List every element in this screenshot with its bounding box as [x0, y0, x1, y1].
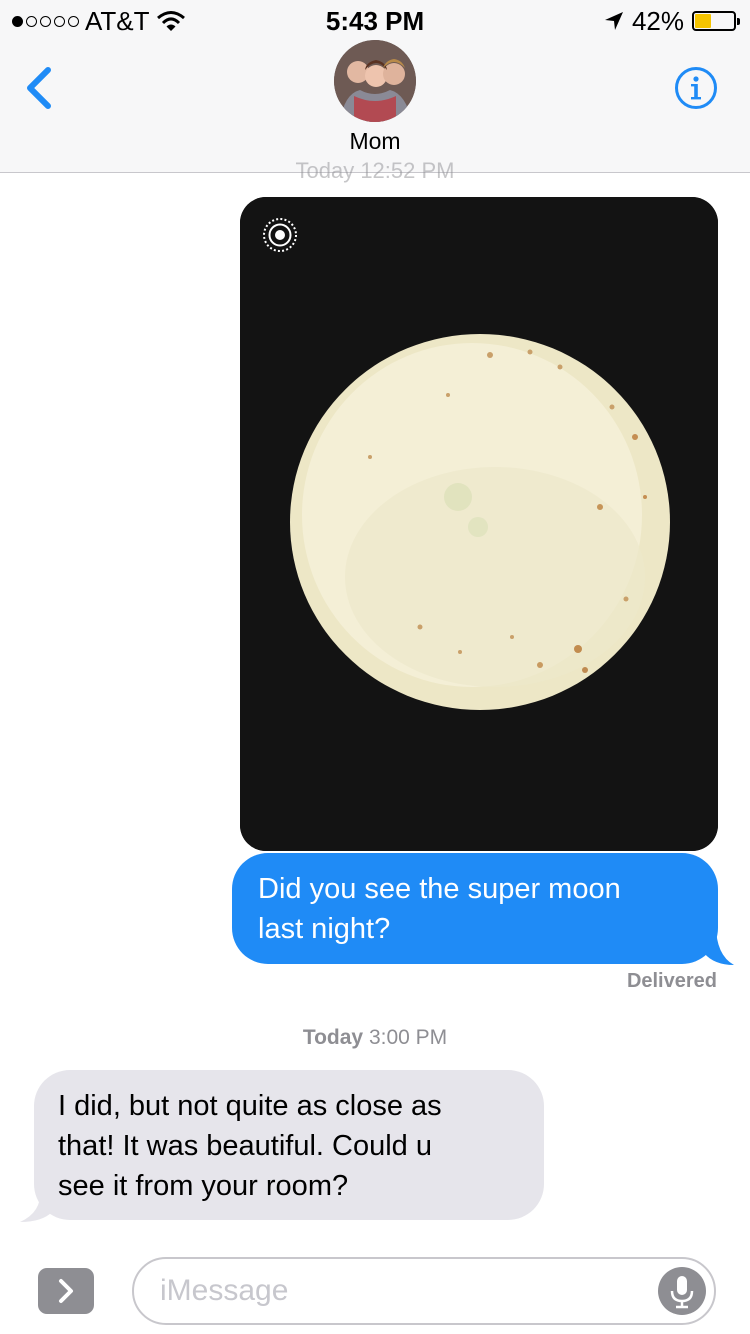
compose-bar: iMessage [0, 1240, 750, 1334]
status-bar: AT&T 5:43 PM 42% [0, 0, 750, 40]
status-right: 42% [604, 5, 740, 36]
message-line: see it from your room? [58, 1170, 349, 1202]
partial-timestamp: Today 12:52 PM [295, 158, 455, 183]
received-bubble-tail [20, 1190, 52, 1222]
info-icon[interactable] [674, 66, 718, 110]
sent-photo-message[interactable] [240, 197, 718, 851]
sent-bubble-tail [704, 925, 734, 965]
message-timestamp: Today 3:00 PM [0, 1026, 750, 1050]
avatar-photo [334, 40, 416, 122]
chevron-left-icon[interactable] [22, 66, 58, 110]
timestamp-day: Today [302, 1026, 364, 1049]
message-line: that! It was beautiful. Could u [58, 1130, 432, 1162]
tortilla-photo [240, 197, 718, 851]
sent-message-bubble[interactable]: Did you see the super moon last night? [232, 853, 718, 964]
contact-name[interactable]: Mom [0, 128, 750, 155]
message-input[interactable]: iMessage [132, 1257, 716, 1325]
live-photo-icon[interactable] [262, 217, 298, 253]
chevron-right-icon [59, 1279, 73, 1303]
app-drawer-button[interactable] [38, 1268, 94, 1314]
message-input-placeholder: iMessage [160, 1274, 289, 1307]
battery-icon [692, 11, 740, 31]
received-message-bubble[interactable]: I did, but not quite as close as that! I… [34, 1070, 544, 1220]
contact-avatar[interactable] [334, 40, 416, 122]
battery-percent: 42% [631, 5, 684, 36]
battery-level [695, 14, 711, 28]
timestamp-time: 3:00 PM [368, 1026, 448, 1049]
message-line: I did, but not quite as close as [58, 1090, 442, 1122]
delivery-status: Delivered [626, 970, 717, 992]
location-arrow-icon [604, 12, 623, 30]
microphone-icon [670, 1276, 694, 1309]
message-line: Did you see the super moon [258, 873, 621, 905]
dictation-button[interactable] [658, 1267, 706, 1315]
message-line: last night? [258, 913, 391, 945]
conversation-header: Mom [0, 40, 750, 173]
